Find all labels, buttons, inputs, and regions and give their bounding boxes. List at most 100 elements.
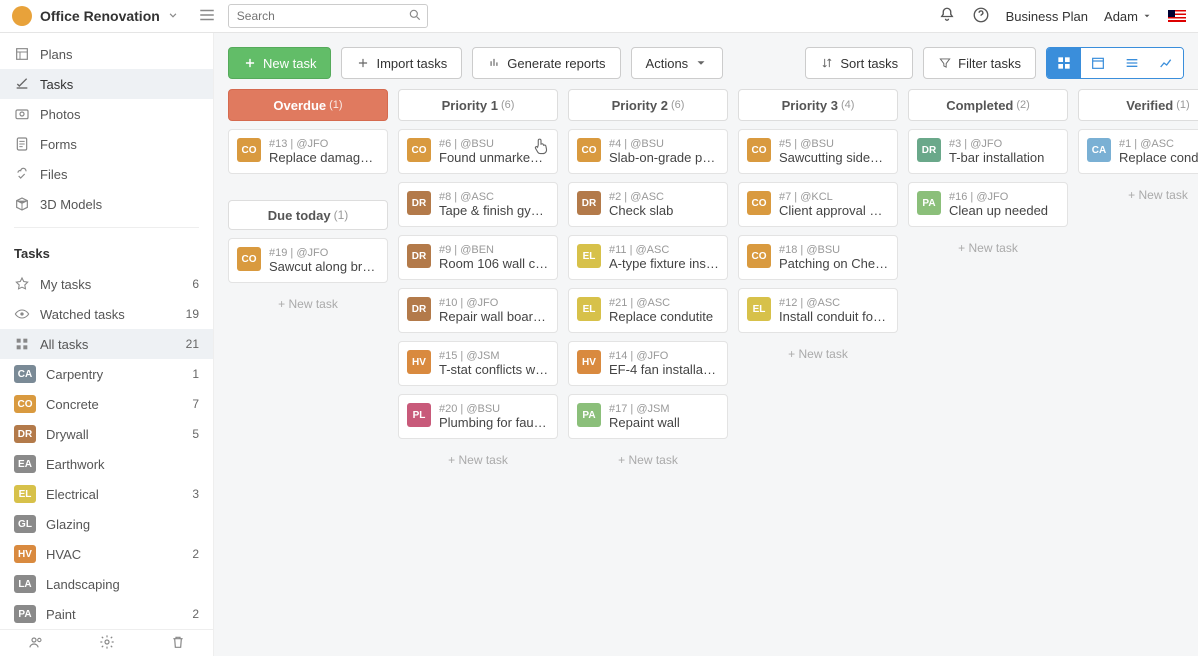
trade-chip: DR <box>577 191 601 215</box>
add-task-hint[interactable]: + New task <box>908 235 1068 261</box>
nav-plans[interactable]: Plans <box>0 39 213 69</box>
task-card[interactable]: CO #6 | @BSU Found unmarke… <box>398 129 558 174</box>
import-tasks-button[interactable]: Import tasks <box>341 47 462 79</box>
sort-tasks-button[interactable]: Sort tasks <box>805 47 913 79</box>
trade-badge: DR <box>14 425 36 443</box>
trade-electrical[interactable]: EL Electrical 3 <box>0 479 213 509</box>
add-task-hint[interactable]: + New task <box>568 447 728 473</box>
search-input[interactable] <box>228 4 428 28</box>
column-verified: Verified (1) CA #1 | @ASC Replace condut… <box>1078 89 1198 208</box>
task-card[interactable]: EL #12 | @ASC Install conduit fo… <box>738 288 898 333</box>
trade-landscaping[interactable]: LA Landscaping <box>0 569 213 599</box>
task-card[interactable]: DR #9 | @BEN Room 106 wall c… <box>398 235 558 280</box>
column-header[interactable]: Verified (1) <box>1078 89 1198 121</box>
column-header[interactable]: Priority 2 (6) <box>568 89 728 121</box>
task-card[interactable]: CO #13 | @JFO Replace damaged… <box>228 129 388 174</box>
filter-my-tasks[interactable]: My tasks 6 <box>0 269 213 299</box>
nav-forms[interactable]: Forms <box>0 129 213 159</box>
menu-toggle-icon[interactable] <box>198 6 216 27</box>
trade-chip: DR <box>917 138 941 162</box>
nav-photos-label: Photos <box>40 107 80 122</box>
add-task-hint[interactable]: + New task <box>228 291 388 317</box>
task-card[interactable]: DR #2 | @ASC Check slab <box>568 182 728 227</box>
view-grid-button[interactable] <box>1047 48 1081 78</box>
nav-3d-models[interactable]: 3D Models <box>0 189 213 219</box>
chevron-down-icon[interactable] <box>166 8 180 25</box>
task-meta: #6 | @BSU <box>439 138 549 150</box>
task-meta: #2 | @ASC <box>609 191 719 203</box>
people-icon[interactable] <box>28 634 44 653</box>
task-card[interactable]: CO #5 | @BSU Sawcutting side… <box>738 129 898 174</box>
filter-all-tasks[interactable]: All tasks 21 <box>0 329 213 359</box>
trash-icon[interactable] <box>170 634 186 653</box>
column-header[interactable]: Priority 1 (6) <box>398 89 558 121</box>
task-card[interactable]: CO #7 | @KCL Client approval o… <box>738 182 898 227</box>
view-chart-button[interactable] <box>1149 48 1183 78</box>
column-subheader[interactable]: Due today (1) <box>228 200 388 230</box>
nav-plans-label: Plans <box>40 47 73 62</box>
filter-count: 21 <box>186 337 199 351</box>
button-label: Actions <box>646 56 689 71</box>
task-meta: #13 | @JFO <box>269 138 379 150</box>
trade-chip: PA <box>917 191 941 215</box>
nav-files[interactable]: Files <box>0 159 213 189</box>
nav-tasks[interactable]: Tasks <box>0 69 213 99</box>
help-icon[interactable] <box>972 6 990 27</box>
trade-earthwork[interactable]: EA Earthwork <box>0 449 213 479</box>
actions-dropdown[interactable]: Actions <box>631 47 724 79</box>
task-card[interactable]: DR #8 | @ASC Tape & finish gyp … <box>398 182 558 227</box>
trade-carpentry[interactable]: CA Carpentry 1 <box>0 359 213 389</box>
task-meta: #20 | @BSU <box>439 403 549 415</box>
gear-icon[interactable] <box>99 634 115 653</box>
task-title: Check slab <box>609 203 719 218</box>
trade-drywall[interactable]: DR Drywall 5 <box>0 419 213 449</box>
new-task-button[interactable]: New task <box>228 47 331 79</box>
task-card[interactable]: EL #11 | @ASC A-type fixture ins… <box>568 235 728 280</box>
add-task-hint[interactable]: + New task <box>398 447 558 473</box>
flag-us-icon[interactable] <box>1168 10 1186 22</box>
plan-link[interactable]: Business Plan <box>1006 9 1088 24</box>
task-card[interactable]: HV #15 | @JSM T-stat conflicts w… <box>398 341 558 386</box>
column-header[interactable]: Priority 3 (4) <box>738 89 898 121</box>
add-task-hint[interactable]: + New task <box>738 341 898 367</box>
task-card[interactable]: PA #17 | @JSM Repaint wall <box>568 394 728 439</box>
task-card[interactable]: CO #18 | @BSU Patching on Ches… <box>738 235 898 280</box>
task-card[interactable]: EL #21 | @ASC Replace condutite <box>568 288 728 333</box>
trade-paint[interactable]: PA Paint 2 <box>0 599 213 629</box>
filter-tasks-button[interactable]: Filter tasks <box>923 47 1036 79</box>
view-calendar-button[interactable] <box>1081 48 1115 78</box>
view-list-button[interactable] <box>1115 48 1149 78</box>
add-task-hint[interactable]: + New task <box>1078 182 1198 208</box>
task-title: T-stat conflicts w… <box>439 362 549 377</box>
trade-label: Drywall <box>46 427 89 442</box>
column-header[interactable]: Completed (2) <box>908 89 1068 121</box>
trade-concrete[interactable]: CO Concrete 7 <box>0 389 213 419</box>
user-menu[interactable]: Adam <box>1104 9 1152 24</box>
trade-hvac[interactable]: HV HVAC 2 <box>0 539 213 569</box>
task-card[interactable]: DR #10 | @JFO Repair wall boar… <box>398 288 558 333</box>
generate-reports-button[interactable]: Generate reports <box>472 47 620 79</box>
task-card[interactable]: PL #20 | @BSU Plumbing for fau… <box>398 394 558 439</box>
column-title: Priority 1 <box>442 98 498 113</box>
subheader-count: (1) <box>334 208 349 222</box>
trade-badge: LA <box>14 575 36 593</box>
trade-badge: EL <box>14 485 36 503</box>
column-header[interactable]: Overdue (1) <box>228 89 388 121</box>
task-card[interactable]: DR #3 | @JFO T-bar installation <box>908 129 1068 174</box>
task-card[interactable]: CO #4 | @BSU Slab-on-grade po… <box>568 129 728 174</box>
nav-photos[interactable]: Photos <box>0 99 213 129</box>
nav-files-label: Files <box>40 167 67 182</box>
task-meta: #7 | @KCL <box>779 191 889 203</box>
task-card[interactable]: HV #14 | @JFO EF-4 fan installati… <box>568 341 728 386</box>
task-title: A-type fixture ins… <box>609 256 719 271</box>
search-icon[interactable] <box>408 8 422 25</box>
task-card[interactable]: CA #1 | @ASC Replace condutite <box>1078 129 1198 174</box>
trade-glazing[interactable]: GL Glazing <box>0 509 213 539</box>
filter-watched-tasks[interactable]: Watched tasks 19 <box>0 299 213 329</box>
trade-count: 2 <box>192 607 199 621</box>
task-card[interactable]: PA #16 | @JFO Clean up needed <box>908 182 1068 227</box>
task-card[interactable]: CO #19 | @JFO Sawcut along brea… <box>228 238 388 283</box>
bell-icon[interactable] <box>938 6 956 27</box>
project-name[interactable]: Office Renovation <box>40 8 160 24</box>
trade-chip: EL <box>577 297 601 321</box>
